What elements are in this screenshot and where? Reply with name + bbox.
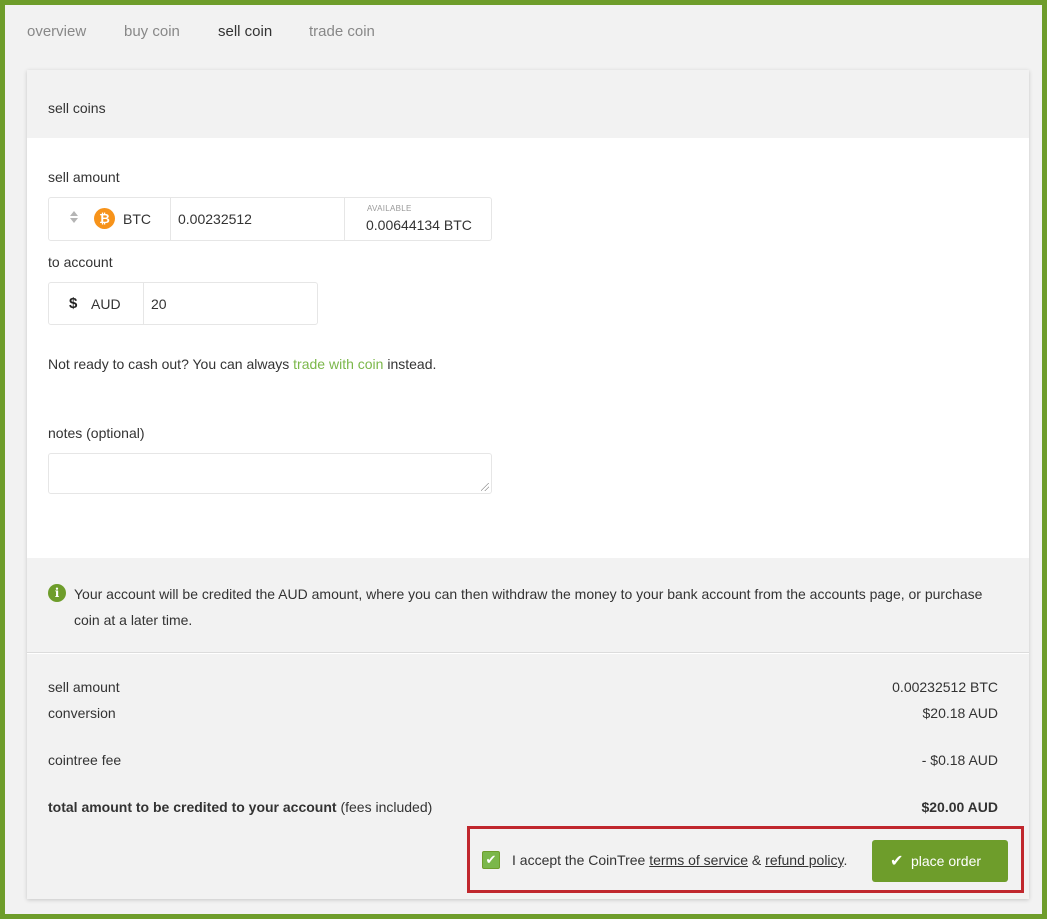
dollar-icon: $	[69, 295, 78, 312]
summary-sell-amount-label: sell amount	[48, 679, 120, 695]
aud-amount-input[interactable]: 20	[151, 296, 167, 312]
summary-sell-amount-value: 0.00232512 BTC	[892, 679, 998, 695]
total-note: (fees included)	[340, 799, 433, 815]
trade-with-coin-link[interactable]: trade with coin	[293, 356, 383, 372]
info-panel: i Your account will be credited the AUD …	[27, 558, 1029, 653]
summary-fee-value: - $0.18 AUD	[921, 752, 998, 768]
check-icon: ✔	[485, 852, 497, 867]
to-account-group: $ AUD 20	[48, 282, 318, 325]
accept-terms-text: I accept the CoinTree terms of service &…	[512, 852, 847, 868]
sell-coins-card: sell coins sell amount ₿ BTC 0.00232512 …	[27, 70, 1029, 899]
sort-icon	[69, 211, 79, 225]
divider	[170, 198, 171, 240]
resize-grip-icon[interactable]	[481, 483, 489, 491]
notes-textarea[interactable]	[48, 453, 492, 494]
divider	[344, 198, 345, 240]
summary-conversion-value: $20.18 AUD	[922, 705, 999, 721]
bitcoin-icon: ₿	[94, 208, 115, 229]
divider	[143, 283, 144, 324]
account-currency: $ AUD	[49, 283, 143, 324]
order-confirm-highlight: ✔ I accept the CoinTree terms of service…	[467, 826, 1024, 893]
accept-prefix: I accept the CoinTree	[512, 852, 650, 868]
tab-sell-coin[interactable]: sell coin	[218, 23, 272, 40]
info-text: Your account will be credited the AUD am…	[74, 586, 983, 628]
available-value: 0.00644134 BTC	[366, 217, 472, 233]
summary-total-value: $20.00 AUD	[921, 799, 998, 815]
currency-selector[interactable]: ₿ BTC	[49, 198, 170, 240]
to-account-label: to account	[48, 254, 113, 270]
checkmark-icon: ✔	[890, 853, 904, 870]
hint-prefix: Not ready to cash out? You can always	[48, 356, 294, 372]
refund-policy-link[interactable]: refund policy	[765, 852, 843, 868]
summary-fee-label: cointree fee	[48, 752, 122, 768]
sell-currency-code: BTC	[123, 211, 151, 227]
hint-suffix: instead.	[383, 356, 437, 372]
summary-total-label: total amount to be credited to your acco…	[48, 799, 432, 815]
order-summary: sell amount 0.00232512 BTC conversion $2…	[27, 654, 1029, 899]
terms-of-service-link[interactable]: terms of service	[649, 852, 748, 868]
accept-amp: &	[748, 852, 766, 868]
place-order-button[interactable]: ✔ place order	[872, 840, 1008, 882]
account-currency-code: AUD	[91, 296, 121, 312]
info-icon: i	[48, 584, 66, 602]
tab-trade-coin[interactable]: trade coin	[309, 23, 375, 40]
summary-conversion-label: conversion	[48, 705, 116, 721]
top-nav: overview buy coin sell coin trade coin	[5, 5, 1042, 65]
accept-terms-checkbox[interactable]: ✔	[482, 851, 500, 869]
total-label-text: total amount to be credited to your acco…	[48, 799, 337, 815]
card-title: sell coins	[48, 100, 106, 116]
sell-amount-group: ₿ BTC 0.00232512 AVAILABLE 0.00644134 BT…	[48, 197, 492, 241]
tab-overview[interactable]: overview	[27, 23, 86, 40]
sell-amount-input[interactable]: 0.00232512	[178, 211, 252, 227]
trade-hint: Not ready to cash out? You can always tr…	[48, 356, 436, 372]
tab-buy-coin[interactable]: buy coin	[124, 23, 180, 40]
place-order-label: place order	[911, 853, 982, 869]
accept-suffix: .	[843, 852, 848, 868]
available-label: AVAILABLE	[367, 204, 412, 213]
notes-label: notes (optional)	[48, 425, 145, 441]
sell-amount-label: sell amount	[48, 169, 120, 185]
card-header: sell coins	[27, 70, 1029, 138]
